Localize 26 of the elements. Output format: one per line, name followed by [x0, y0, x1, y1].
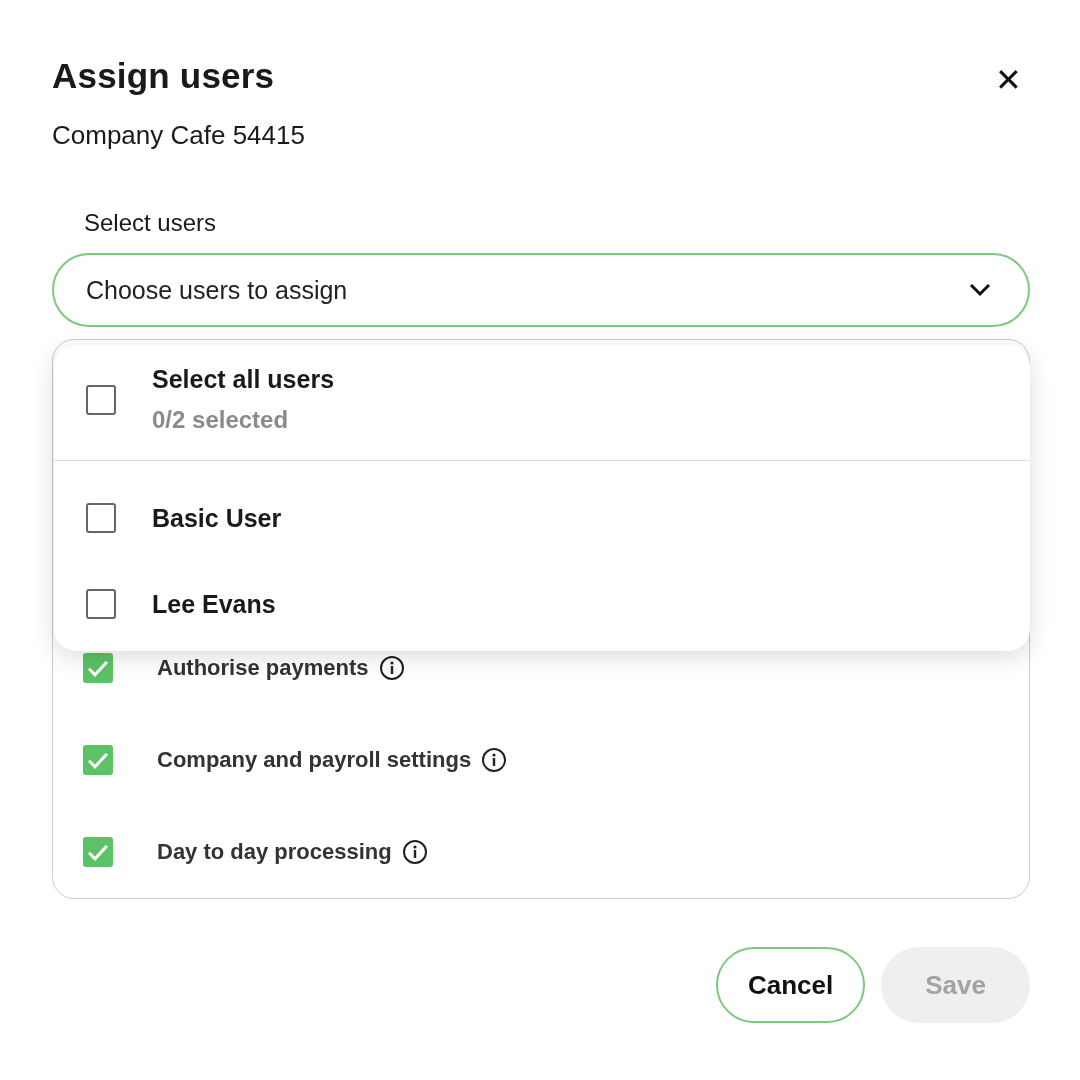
field-label: Select users	[84, 209, 218, 237]
cancel-button[interactable]: Cancel	[716, 947, 866, 1023]
info-icon[interactable]	[401, 839, 428, 865]
user-option[interactable]: Basic User	[152, 503, 282, 533]
users-select[interactable]: Choose users to assign	[52, 253, 1030, 327]
dialog-title: Assign users	[52, 56, 275, 96]
checkmark-icon	[88, 843, 108, 861]
permission-label: Authorise payments	[157, 655, 369, 681]
company-name: Company Cafe 54415	[52, 120, 306, 151]
checkbox[interactable]	[86, 503, 116, 533]
checkbox[interactable]	[83, 745, 113, 775]
permission-label: Company and payroll settings	[157, 747, 472, 773]
info-icon[interactable]	[481, 747, 508, 773]
checkbox[interactable]	[83, 653, 113, 683]
chevron-down-icon	[968, 283, 992, 297]
permission-label: Day to day processing	[157, 839, 392, 865]
checkbox[interactable]	[86, 589, 116, 619]
info-icon[interactable]	[378, 655, 405, 681]
checkmark-icon	[88, 751, 108, 769]
selected-count: 0/2 selected	[152, 406, 290, 434]
select-all-label[interactable]: Select all users	[152, 365, 335, 394]
checkbox[interactable]	[83, 837, 113, 867]
close-button[interactable]: ✕	[987, 60, 1030, 100]
checkbox[interactable]	[86, 384, 116, 415]
checkmark-icon	[88, 659, 108, 677]
user-option[interactable]: Lee Evans	[152, 589, 276, 619]
